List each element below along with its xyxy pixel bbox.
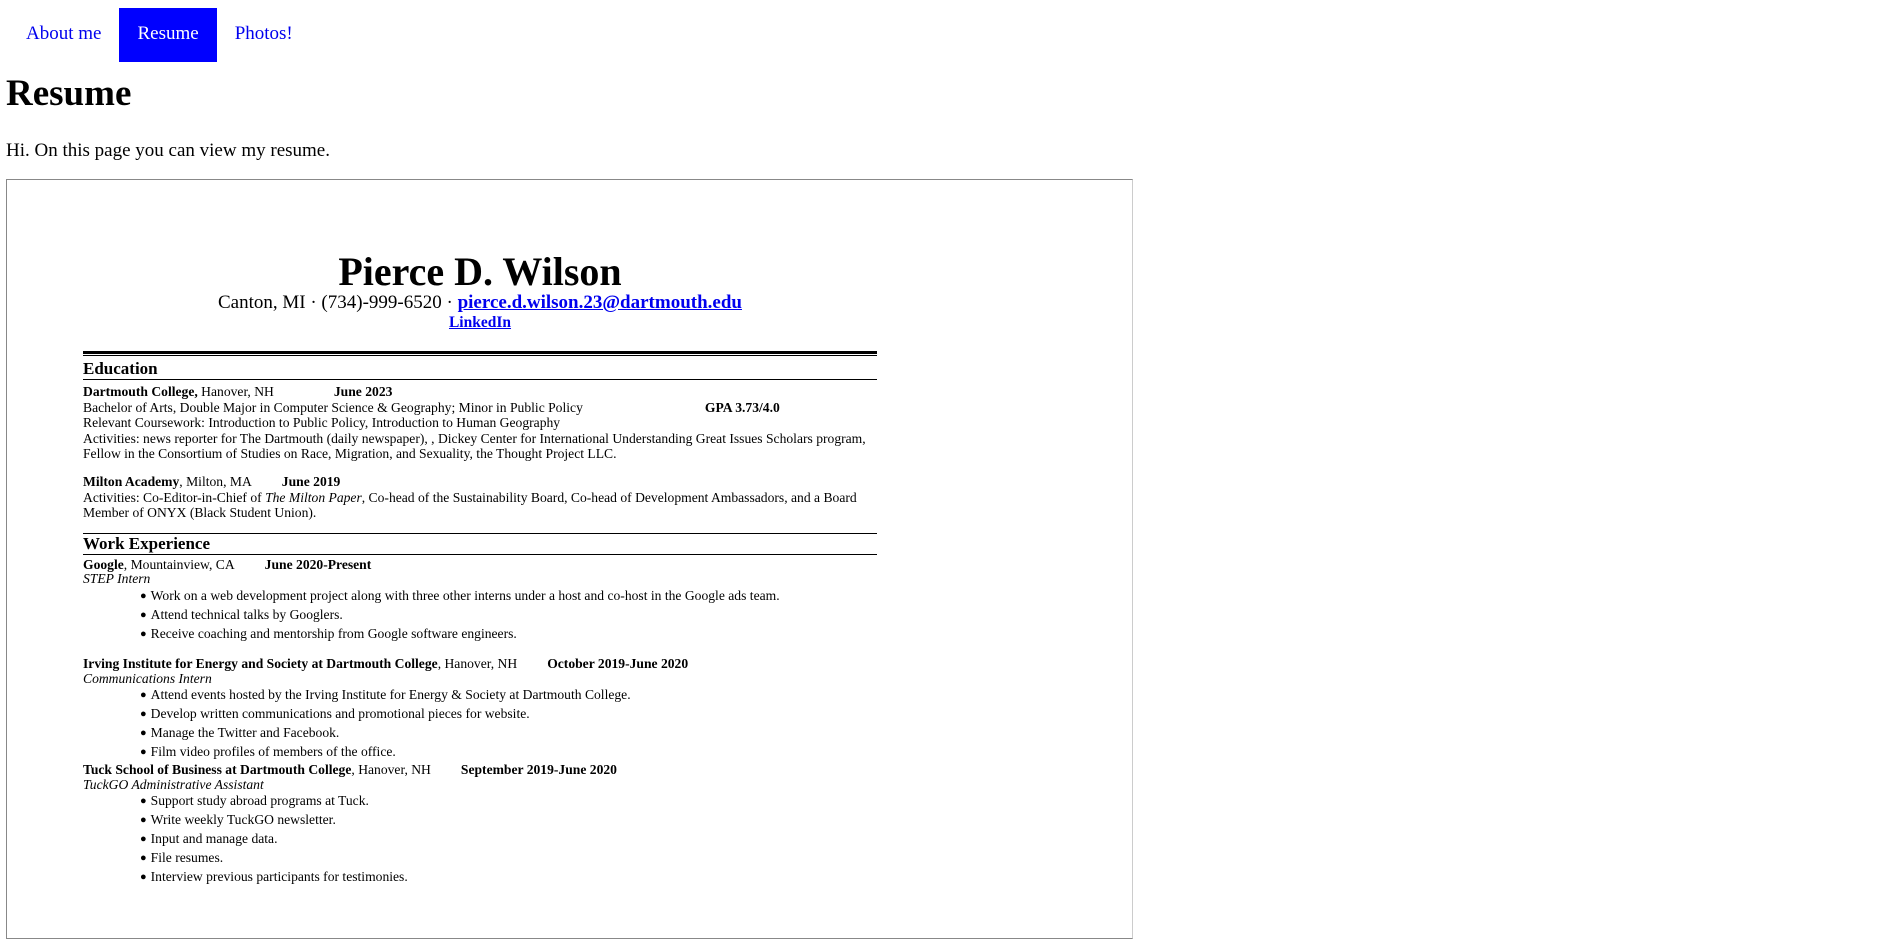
job-header: Google, Mountainview, CA June 2020-Presen… [83, 557, 877, 573]
school-name: Dartmouth College, [83, 384, 198, 399]
list-item: Work on a web development project along … [140, 587, 877, 606]
resume-viewer[interactable]: Pierce D. Wilson Canton, MI · (734)-999-… [6, 179, 1133, 939]
job-org: Irving Institute for Energy and Society … [83, 655, 438, 671]
nav-resume[interactable]: Resume [119, 8, 217, 62]
school-location: Hanover, NH [197, 384, 274, 399]
job-date: June 2020-Present [264, 556, 372, 572]
job-bullets: Attend events hosted by the Irving Insti… [83, 686, 877, 762]
list-item: Input and manage data. [140, 830, 877, 849]
paper-title: The Milton Paper [265, 489, 362, 505]
list-item: Interview previous participants for test… [140, 868, 877, 887]
job-title: STEP Intern [83, 571, 151, 587]
page-title: Resume [6, 73, 132, 114]
job-header: Tuck School of Business at Dartmouth Col… [83, 762, 877, 778]
list-item: Attend technical talks by Googlers. [140, 606, 877, 625]
education-milton: Milton Academy, Milton, MA June 2019 [83, 474, 877, 490]
list-item: Attend events hosted by the Irving Insti… [140, 686, 877, 705]
contact-line: Canton, MI · (734)-999-6520 · pierce.d.w… [83, 292, 877, 314]
education-dartmouth: Dartmouth College, Hanover, NH June 2023 [83, 384, 877, 400]
top-nav: About me Resume Photos! [8, 8, 311, 62]
job-location: , Mountainview, CA [123, 556, 235, 572]
resume-name: Pierce D. Wilson [338, 249, 622, 294]
job-title: TuckGO Administrative Assistant [83, 776, 264, 792]
nav-photos[interactable]: Photos! [217, 8, 311, 62]
list-item: Manage the Twitter and Facebook. [140, 724, 877, 743]
intro-text: Hi. On this page you can view my resume. [6, 140, 330, 161]
list-item: Film video profiles of members of the of… [140, 743, 877, 762]
activities: Activities: news reporter for The Dartmo… [83, 430, 866, 462]
list-item: Receive coaching and mentorship from Goo… [140, 625, 877, 644]
activities: Activities: Co-Editor-in-Chief of The Mi… [83, 490, 877, 521]
linkedin-line: LinkedIn [83, 314, 877, 332]
work-heading: Work Experience [83, 534, 877, 555]
job-date: September 2019-June 2020 [460, 762, 617, 778]
list-item: Develop written communications and promo… [140, 705, 877, 724]
linkedin-link[interactable]: LinkedIn [449, 314, 511, 331]
list-item: Write weekly TuckGO newsletter. [140, 811, 877, 830]
gpa: GPA 3.73/4.0 [704, 399, 780, 415]
list-item: Support study abroad programs at Tuck. [140, 792, 877, 811]
coursework: Relevant Coursework: Introduction to Pub… [83, 415, 561, 431]
divider [83, 351, 877, 356]
job-location: , Hanover, NH [351, 762, 431, 778]
list-item: File resumes. [140, 849, 877, 868]
resume-body: Education Dartmouth College, Hanover, NH… [83, 351, 877, 887]
school-location: , Milton, MA [179, 473, 252, 489]
job-date: October 2019-June 2020 [547, 655, 689, 671]
job-header: Irving Institute for Energy and Society … [83, 656, 877, 672]
nav-about-me[interactable]: About me [8, 8, 119, 62]
job-org: Google [83, 556, 124, 572]
degree-line: Bachelor of Arts, Double Major in Comput… [83, 400, 877, 416]
school-date: June 2023 [333, 384, 393, 399]
job-list: Google, Mountainview, CA June 2020-Presen… [83, 557, 877, 888]
job-org: Tuck School of Business at Dartmouth Col… [83, 762, 352, 778]
education-heading: Education [83, 359, 877, 380]
job-bullets: Support study abroad programs at Tuck.Wr… [83, 792, 877, 887]
activities-prefix: Activities: Co-Editor-in-Chief of [83, 489, 266, 505]
degree: Bachelor of Arts, Double Major in Comput… [83, 399, 583, 415]
job-title: Communications Intern [83, 670, 212, 686]
school-date: June 2019 [281, 473, 341, 489]
contact-info: Canton, MI · (734)-999-6520 · [218, 292, 458, 313]
school-name: Milton Academy [83, 473, 180, 489]
job-location: , Hanover, NH [437, 655, 518, 671]
email-link[interactable]: pierce.d.wilson.23@dartmouth.edu [458, 292, 742, 313]
job-bullets: Work on a web development project along … [83, 587, 877, 644]
